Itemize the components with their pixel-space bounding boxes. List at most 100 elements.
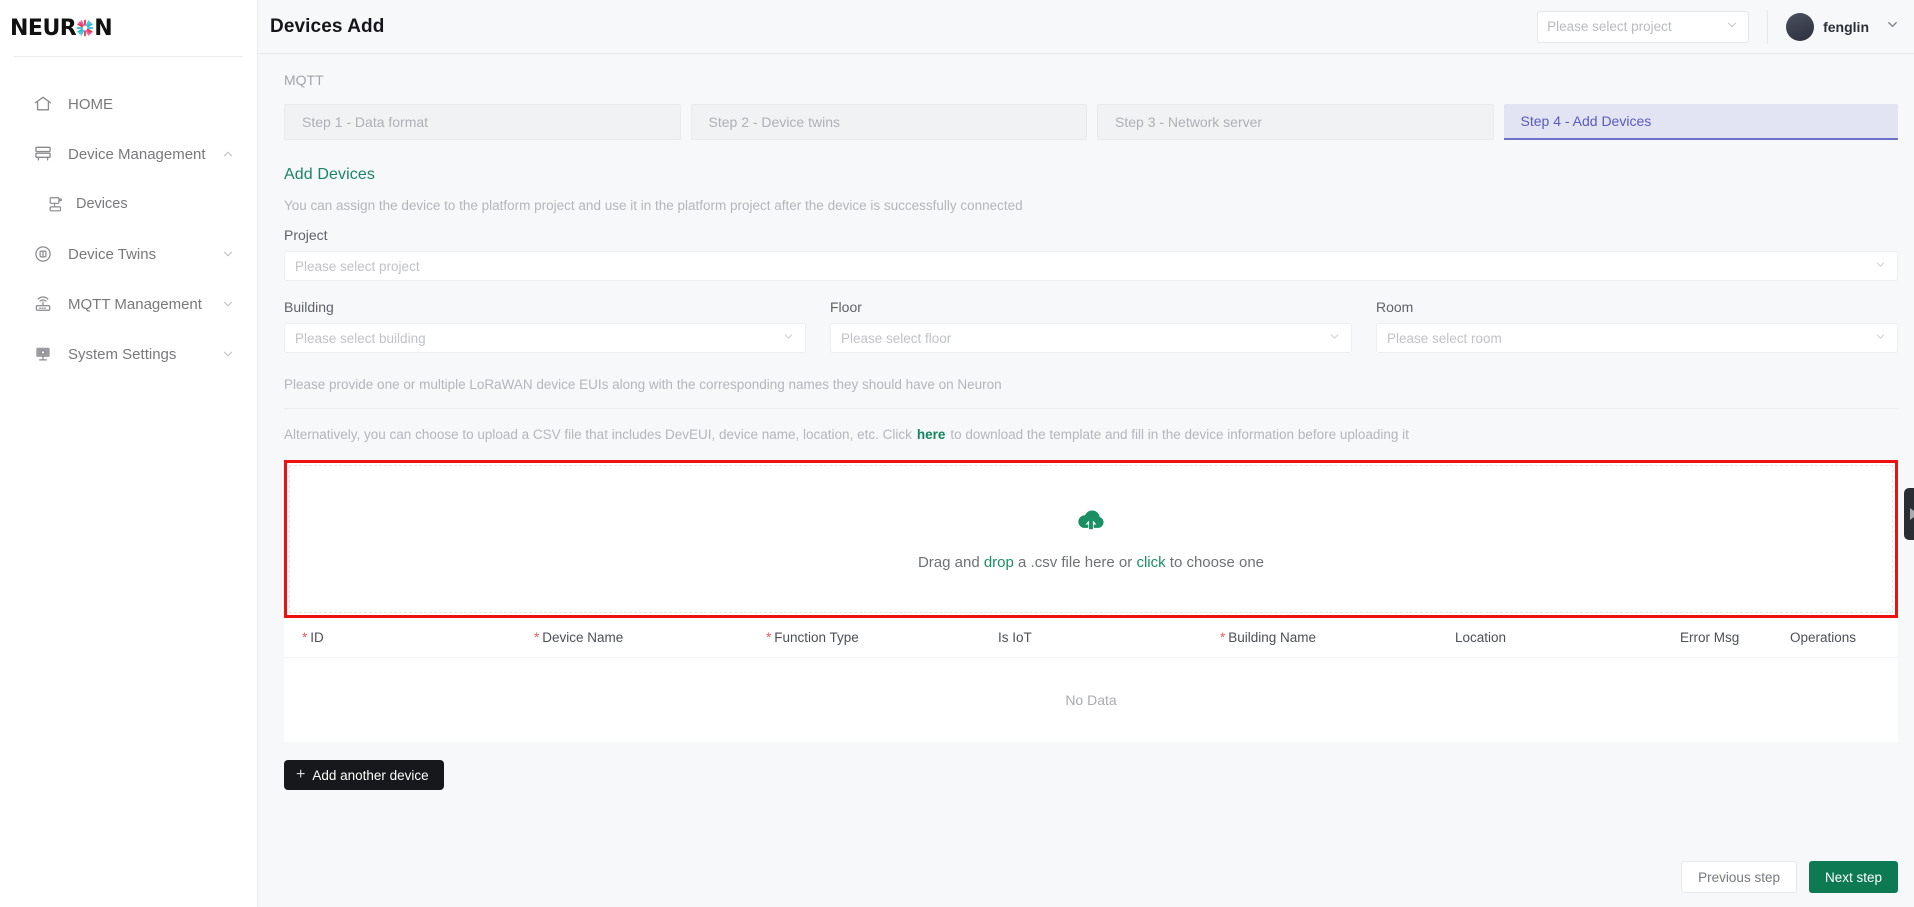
- column-header-is-iot: Is IoT: [988, 630, 1210, 645]
- avatar: [1786, 12, 1815, 41]
- hint-eui: Please provide one or multiple LoRaWAN d…: [284, 377, 1002, 392]
- monitor-icon: [32, 343, 54, 365]
- chevron-down-icon: [1874, 258, 1887, 274]
- previous-step-label: Previous step: [1698, 869, 1780, 885]
- dropzone-click-word[interactable]: click: [1136, 554, 1165, 571]
- sidebar-item-home[interactable]: HOME: [0, 79, 257, 129]
- breadcrumb: MQTT: [284, 72, 324, 88]
- brand-logo[interactable]: NEUR N: [0, 0, 257, 56]
- project-dropdown[interactable]: Please select project: [284, 251, 1898, 281]
- topbar: Devices Add Please select project fengli…: [258, 0, 1914, 54]
- user-name: fenglin: [1823, 18, 1869, 35]
- step-3-network-server[interactable]: Step 3 - Network server: [1097, 104, 1494, 140]
- project-select-placeholder: Please select project: [1547, 19, 1672, 34]
- app-root: NEUR N HOME Device Management Devices De…: [0, 0, 1914, 907]
- building-dropdown[interactable]: Please select building: [284, 323, 806, 353]
- floor-dropdown-placeholder: Please select floor: [841, 330, 952, 346]
- add-another-device-label: Add another device: [312, 767, 429, 783]
- field-label-building: Building: [284, 299, 334, 315]
- chevron-down-icon: [1874, 330, 1887, 346]
- column-header-label: Is IoT: [998, 630, 1032, 645]
- column-header-device-name: * Device Name: [524, 630, 756, 645]
- building-dropdown-placeholder: Please select building: [295, 330, 426, 346]
- section-description: You can assign the device to the platfor…: [284, 198, 1023, 213]
- sidebar-item-label: MQTT Management: [68, 295, 202, 313]
- hint-csv-after: to download the template and fill in the…: [950, 427, 1409, 442]
- chevron-down-icon[interactable]: [221, 247, 235, 261]
- field-label-room: Room: [1376, 299, 1414, 315]
- router-icon: [32, 293, 54, 315]
- column-header-label: Function Type: [774, 630, 859, 645]
- brand-logo-text-left: NEUR: [10, 15, 77, 41]
- csv-template-link[interactable]: here: [912, 427, 951, 442]
- required-marker: *: [1220, 630, 1226, 645]
- field-room: Room Please select room: [1376, 299, 1898, 353]
- hint-csv-before: Alternatively, you can choose to upload …: [284, 427, 912, 442]
- field-label-floor: Floor: [830, 299, 862, 315]
- column-header-id: * ID: [292, 630, 524, 645]
- step-label: Step 2 - Device twins: [708, 114, 841, 130]
- column-header-building-name: * Building Name: [1210, 630, 1445, 645]
- floor-dropdown[interactable]: Please select floor: [830, 323, 1352, 353]
- chevron-down-icon: [782, 330, 795, 346]
- previous-step-button[interactable]: Previous step: [1681, 861, 1797, 893]
- page-content: MQTT Step 1 - Data format Step 2 - Devic…: [258, 54, 1914, 907]
- dropzone-text-3: to choose one: [1165, 554, 1265, 571]
- field-building: Building Please select building: [284, 299, 806, 353]
- side-drawer-toggle[interactable]: [1904, 488, 1914, 540]
- required-marker: *: [766, 630, 772, 645]
- required-marker: *: [534, 630, 540, 645]
- field-project: Project Please select project: [284, 227, 1898, 281]
- add-another-device-button[interactable]: + Add another device: [284, 760, 444, 790]
- next-step-button[interactable]: Next step: [1808, 861, 1898, 893]
- step-4-add-devices[interactable]: Step 4 - Add Devices: [1503, 104, 1898, 140]
- server-icon: [32, 143, 54, 165]
- field-label-project: Project: [284, 227, 328, 243]
- project-select[interactable]: Please select project: [1537, 10, 1750, 43]
- sidebar-item-system-settings[interactable]: System Settings: [0, 329, 257, 379]
- step-2-device-twins[interactable]: Step 2 - Device twins: [690, 104, 1087, 140]
- sidebar-item-devices[interactable]: Devices: [0, 179, 257, 229]
- sidebar-nav: HOME Device Management Devices Device Tw…: [0, 79, 257, 379]
- step-1-data-format[interactable]: Step 1 - Data format: [284, 104, 681, 140]
- column-header-label: Building Name: [1228, 630, 1317, 645]
- home-icon: [32, 93, 54, 115]
- chevron-down-icon: [1885, 17, 1900, 37]
- chevron-down-icon: [1725, 18, 1739, 35]
- device-form: Project Please select project Building P…: [258, 213, 1914, 353]
- dropzone-annotation-box: Drag and drop a .csv file here or click …: [284, 460, 1898, 618]
- dropzone-text: Drag and drop a .csv file here or click …: [918, 554, 1264, 571]
- room-dropdown-placeholder: Please select room: [1387, 330, 1502, 346]
- step-label: Step 1 - Data format: [302, 114, 429, 130]
- csv-dropzone[interactable]: Drag and drop a .csv file here or click …: [289, 465, 1893, 613]
- location-fields-row: Building Please select building Floor Pl…: [284, 299, 1898, 353]
- sidebar-item-device-twins[interactable]: Device Twins: [0, 229, 257, 279]
- table-header-row: * ID * Device Name * Function Type Is IoT *…: [284, 618, 1898, 658]
- brand-logo-text-right: N: [94, 15, 113, 41]
- dropzone-text-2: a .csv file here or: [1013, 554, 1137, 571]
- step-label: Step 4 - Add Devices: [1520, 113, 1652, 129]
- sidebar-item-label: HOME: [68, 95, 113, 113]
- column-header-function-type: * Function Type: [756, 630, 988, 645]
- triangle-right-icon: [1910, 508, 1914, 520]
- chevron-down-icon[interactable]: [221, 297, 235, 311]
- project-dropdown-placeholder: Please select project: [295, 258, 420, 274]
- step-label: Step 3 - Network server: [1115, 114, 1263, 130]
- sidebar-item-device-management[interactable]: Device Management: [0, 129, 257, 179]
- page-title: Devices Add: [270, 15, 385, 37]
- table-empty-state: No Data: [1065, 692, 1117, 708]
- topbar-separator: [1767, 9, 1769, 44]
- steps-bar: Step 1 - Data format Step 2 - Device twi…: [258, 88, 1914, 140]
- column-header-operations: Operations: [1780, 630, 1890, 645]
- add-device-row: + Add another device: [258, 742, 1914, 790]
- sidebar-item-mqtt-management[interactable]: MQTT Management: [0, 279, 257, 329]
- column-header-label: Operations: [1790, 630, 1857, 645]
- user-menu[interactable]: fenglin: [1786, 12, 1900, 41]
- device-icon: [46, 193, 66, 215]
- neuron-snowflake-icon: [76, 19, 94, 37]
- required-marker: *: [302, 630, 308, 645]
- column-header-label: Device Name: [542, 630, 624, 645]
- chevron-down-icon[interactable]: [221, 347, 235, 361]
- room-dropdown[interactable]: Please select room: [1376, 323, 1898, 353]
- chevron-up-icon[interactable]: [221, 147, 235, 161]
